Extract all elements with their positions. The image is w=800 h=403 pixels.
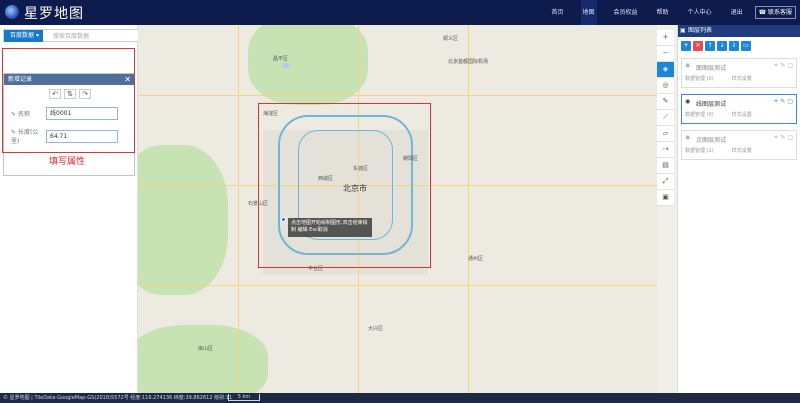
layer-edit-icons[interactable]: + ✎ ▢ bbox=[773, 98, 793, 105]
move-up-icon[interactable]: ↑ bbox=[705, 41, 715, 51]
map-place-label: 大兴区 bbox=[368, 326, 384, 332]
contact-support-label: 联系客服 bbox=[767, 9, 792, 16]
fullscreen-icon[interactable]: ⤢ bbox=[657, 174, 674, 190]
visibility-toggle-icon[interactable]: ◉ bbox=[685, 62, 690, 69]
visibility-toggle-icon[interactable]: ◉ bbox=[685, 98, 690, 105]
contact-support-button[interactable]: ☎ 联系客服 bbox=[754, 6, 796, 19]
status-text: © 星罗地图 | TileData-GoogleMap-GS(2018)5572… bbox=[3, 395, 233, 401]
add-layer-icon[interactable]: + bbox=[681, 41, 691, 51]
map-road bbox=[238, 25, 239, 393]
layer-edit-icons[interactable]: + ✎ ▢ bbox=[773, 134, 793, 141]
nav-membership[interactable]: 会员权益 bbox=[612, 0, 640, 25]
layers-icon: ▣ bbox=[680, 27, 686, 34]
map-water bbox=[283, 63, 289, 68]
delete-layer-icon[interactable]: ✕ bbox=[693, 41, 703, 51]
map-road bbox=[468, 25, 469, 393]
layer-item-selected[interactable]: ◉ 线图层测试 + ✎ ▢ 数据管理 (0) 样式设置 bbox=[681, 94, 797, 124]
map-place-label: 昌平区 bbox=[273, 56, 289, 62]
map-road bbox=[138, 285, 657, 286]
layer-edit-icons[interactable]: + ✎ ▢ bbox=[773, 62, 793, 69]
layer-name: 面图层测试 bbox=[696, 65, 727, 72]
fill-attributes-annotation: 填写属性 bbox=[49, 157, 86, 167]
nav-user-center[interactable]: 个人中心 bbox=[686, 0, 714, 25]
layer-item[interactable]: ◉ 点图层测试 + ✎ ▢ 数据管理 (1) 样式设置 bbox=[681, 130, 797, 160]
status-bar: © 星罗地图 | TileData-GoogleMap-GS(2018)5572… bbox=[0, 393, 800, 403]
style-settings-link[interactable]: 样式设置 bbox=[732, 75, 752, 82]
app-logo[interactable]: 星罗地图 bbox=[24, 3, 84, 23]
layer-sub-actions: 数据管理 (0) 样式设置 bbox=[685, 75, 770, 82]
chevron-down-icon: ▾ bbox=[35, 31, 39, 39]
export-icon[interactable]: ▣ bbox=[657, 190, 674, 206]
nav-help[interactable]: 帮助 bbox=[655, 0, 671, 25]
nav-map[interactable]: 地图 bbox=[580, 0, 597, 25]
layer-sub-actions: 数据管理 (1) 样式设置 bbox=[685, 147, 770, 154]
visibility-toggle-icon[interactable]: ◉ bbox=[685, 134, 690, 141]
map-park-area bbox=[138, 325, 268, 393]
import-icon[interactable]: ⇩ bbox=[729, 41, 739, 51]
chart-icon[interactable]: ▤ bbox=[657, 158, 674, 174]
layer-sub-actions: 数据管理 (0) 样式设置 bbox=[685, 111, 770, 118]
move-down-icon[interactable]: ↓ bbox=[717, 41, 727, 51]
map-place-label: 顺义区 bbox=[443, 36, 459, 42]
nav-logout[interactable]: 退出 bbox=[729, 0, 745, 25]
style-settings-link[interactable]: 样式设置 bbox=[732, 111, 752, 118]
map-place-label: 北京首都国际机场 bbox=[448, 59, 489, 65]
measure-icon[interactable]: ✎ bbox=[657, 94, 674, 110]
map-toolbar: + − ◈ ◎ ✎ ⟋ ▱ ⇢ ▤ ⤢ ▣ bbox=[657, 30, 674, 206]
layer-name: 点图层测试 bbox=[696, 137, 727, 144]
map-road bbox=[138, 95, 657, 96]
draw-line-icon[interactable]: ⟋ bbox=[657, 110, 674, 126]
scale-bar: 5 km bbox=[228, 394, 260, 401]
locate-icon[interactable]: ◎ bbox=[657, 78, 674, 94]
source-select[interactable]: 百度数据 ▾ bbox=[4, 29, 43, 42]
top-header: 星罗地图 首页 地图 会员权益 帮助 个人中心 退出 ☎ 联系客服 bbox=[0, 0, 800, 25]
layer-list-header: ▣ 图层列表 bbox=[678, 25, 800, 37]
dialog-highlight-box bbox=[2, 48, 135, 153]
map-place-label: 房山区 bbox=[198, 346, 214, 352]
layer-list-panel: ▣ 图层列表 + ✕ ↑ ↓ ⇩ ▭ ◉ 面图层测试 + ✎ ▢ 数据管理 (0… bbox=[677, 25, 800, 393]
logo-icon bbox=[5, 5, 19, 19]
data-management-link[interactable]: 数据管理 (0) bbox=[685, 75, 714, 82]
source-select-label: 百度数据 bbox=[10, 31, 35, 39]
folder-icon[interactable]: ▭ bbox=[741, 41, 751, 51]
map-park-area bbox=[248, 25, 368, 105]
zoom-out-icon[interactable]: − bbox=[657, 46, 674, 62]
layer-list-title: 图层列表 bbox=[688, 27, 713, 34]
style-settings-link[interactable]: 样式设置 bbox=[732, 147, 752, 154]
layer-item[interactable]: ◉ 面图层测试 + ✎ ▢ 数据管理 (0) 样式设置 bbox=[681, 58, 797, 88]
map-highlight-box bbox=[258, 103, 431, 268]
layers-icon[interactable]: ◈ bbox=[657, 62, 674, 78]
layer-actions: + ✕ ↑ ↓ ⇩ ▭ bbox=[678, 37, 800, 51]
map-park-area bbox=[138, 145, 228, 295]
zoom-in-icon[interactable]: + bbox=[657, 30, 674, 46]
area-icon[interactable]: ▱ bbox=[657, 126, 674, 142]
data-management-link[interactable]: 数据管理 (0) bbox=[685, 111, 714, 118]
map-place-label: 通州区 bbox=[468, 256, 484, 262]
main-nav: 首页 地图 会员权益 帮助 个人中心 退出 ☎ 联系客服 bbox=[535, 0, 796, 25]
nav-home[interactable]: 首页 bbox=[550, 0, 566, 25]
layer-name: 线图层测试 bbox=[696, 101, 727, 108]
data-management-link[interactable]: 数据管理 (1) bbox=[685, 147, 714, 154]
route-icon[interactable]: ⇢ bbox=[657, 142, 674, 158]
